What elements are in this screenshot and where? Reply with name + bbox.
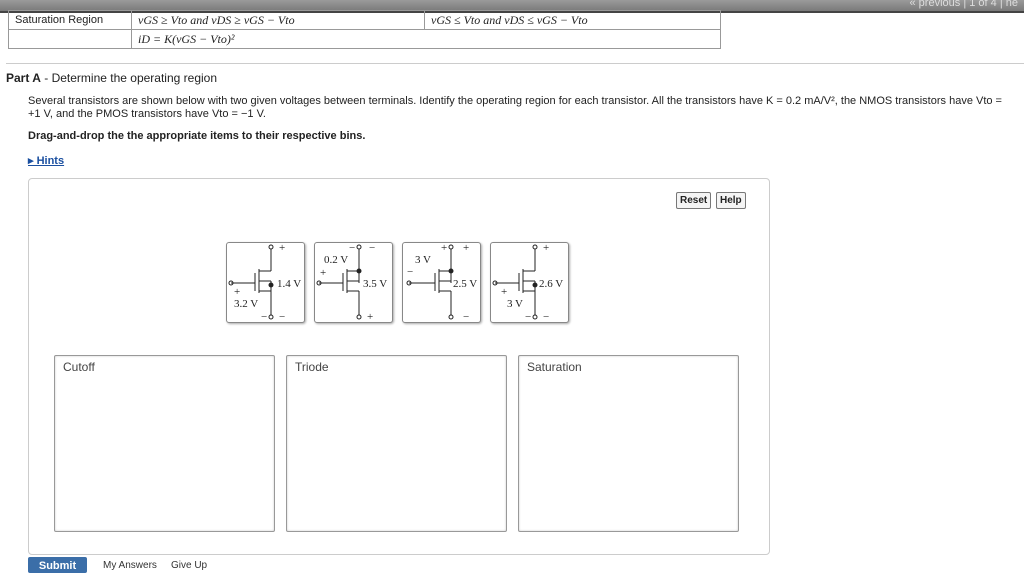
svg-text:+: +	[463, 243, 469, 254]
next-link[interactable]: | ne	[1000, 0, 1018, 9]
svg-text:+: +	[279, 243, 285, 254]
pager[interactable]: « previous | 1 of 4 | ne	[910, 0, 1019, 9]
part-title: - Determine the operating region	[40, 71, 218, 85]
bin-label: Saturation	[527, 360, 582, 374]
previous-link[interactable]: « previous	[910, 0, 961, 9]
svg-text:+: +	[501, 286, 507, 298]
voltage-label: 3.5 V	[363, 278, 387, 290]
nmos-transistor-icon: + + − − 3 V 2.5 V	[406, 242, 477, 323]
voltage-label: 0.2 V	[324, 254, 348, 266]
part-label: Part A	[6, 71, 41, 85]
bin-label: Triode	[295, 360, 329, 374]
voltage-label: 3 V	[415, 254, 431, 266]
drag-drop-instruction: Drag-and-drop the the appropriate items …	[28, 130, 366, 142]
instructions: Several transistors are shown below with…	[28, 95, 1002, 120]
reset-button[interactable]: Reset	[676, 192, 712, 209]
svg-text:−: −	[407, 266, 413, 278]
transistor-item-3[interactable]: + + − − 3 V 2.5 V	[402, 242, 481, 323]
submit-button[interactable]: Submit	[28, 557, 87, 573]
svg-text:−: −	[261, 311, 267, 322]
bin-saturation[interactable]: Saturation	[518, 355, 739, 532]
page-position: 1 of 4	[969, 0, 997, 9]
current-equation: iD = K(vGS − Vto)²	[131, 29, 721, 49]
svg-text:−: −	[525, 311, 531, 322]
bin-triode[interactable]: Triode	[286, 355, 507, 532]
nmos-transistor-icon: + − − + 1.4 V 3.2 V	[228, 242, 301, 323]
transistor-item-4[interactable]: + − − + 2.6 V 3 V	[490, 242, 569, 323]
voltage-label: 1.4 V	[277, 278, 301, 290]
empty-cell	[8, 29, 132, 49]
nmos-transistor-icon: − − + + 0.2 V 3.5 V	[316, 242, 387, 323]
bin-label: Cutoff	[63, 360, 95, 374]
part-heading: Part A - Determine the operating region	[6, 71, 217, 85]
voltage-label: 3.2 V	[234, 298, 258, 310]
bin-cutoff[interactable]: Cutoff	[54, 355, 275, 532]
region-table: Saturation Region vGS ≥ Vto and vDS ≥ vGS…	[8, 10, 721, 49]
svg-text:−: −	[543, 311, 549, 322]
pmos-condition: vGS ≤ Vto and vDS ≤ vGS − Vto	[424, 10, 721, 30]
svg-text:−: −	[369, 243, 375, 254]
svg-text:+: +	[441, 243, 447, 254]
transistor-item-2[interactable]: − − + + 0.2 V 3.5 V	[314, 242, 393, 323]
svg-text:+: +	[320, 267, 326, 279]
svg-text:−: −	[349, 243, 355, 254]
svg-text:−: −	[463, 311, 469, 322]
hints-link[interactable]: ▸ Hints	[28, 154, 64, 167]
voltage-label: 2.5 V	[453, 278, 477, 290]
nmos-condition: vGS ≥ Vto and vDS ≥ vGS − Vto	[131, 10, 425, 30]
divider	[6, 63, 1024, 64]
row-label: Saturation Region	[8, 10, 132, 30]
voltage-label: 3 V	[507, 298, 523, 310]
separator: |	[963, 0, 967, 9]
svg-text:+: +	[234, 286, 240, 298]
transistor-item-1[interactable]: + − − + 1.4 V 3.2 V	[226, 242, 305, 323]
svg-text:−: −	[279, 311, 285, 322]
pmos-transistor-icon: + − − + 2.6 V 3 V	[492, 242, 563, 323]
give-up-link[interactable]: Give Up	[171, 560, 207, 571]
help-button[interactable]: Help	[716, 192, 746, 209]
my-answers-link[interactable]: My Answers	[103, 560, 157, 571]
voltage-label: 2.6 V	[539, 278, 563, 290]
svg-text:+: +	[367, 311, 373, 322]
svg-text:+: +	[543, 243, 549, 254]
